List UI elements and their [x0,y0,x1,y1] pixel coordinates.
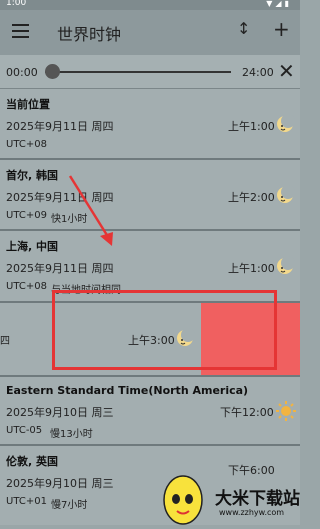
watermark-title: 大米下载站 [215,489,300,509]
rice-mascot-logo [163,475,203,525]
watermark: 大米下载站 www.zzhyw.com [155,470,300,525]
annotation-arrow [68,175,113,246]
watermark-url: www.zzhyw.com [219,508,285,517]
